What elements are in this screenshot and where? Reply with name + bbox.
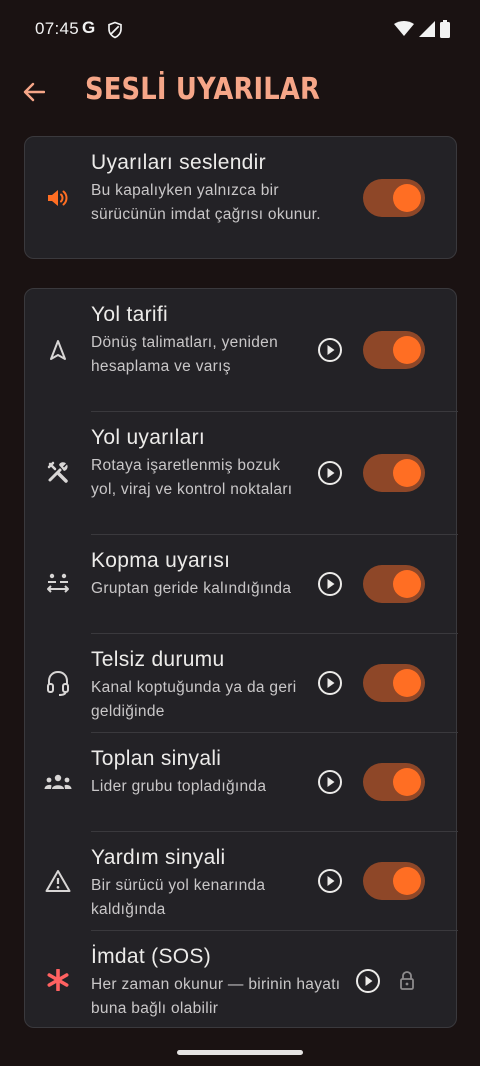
alert-description: Her zaman okunur — birinin hayatı buna b… (91, 976, 341, 1017)
app-header: SESLİ UYARILAR (0, 64, 480, 124)
alert-description: Bir sürücü yol kenarında kaldığında (91, 877, 266, 918)
alert-toggle[interactable] (363, 862, 425, 900)
lock-icon (400, 971, 414, 990)
system-icons (394, 20, 450, 38)
navigation-arrow-icon (43, 335, 73, 365)
alert-toggle[interactable] (363, 763, 425, 801)
list-item: Toplan sinyali Lider grubu topladığında (25, 733, 458, 832)
speaker-icon (43, 183, 73, 213)
alert-toggle[interactable] (363, 331, 425, 369)
toggle-knob (393, 336, 421, 364)
master-voice-card: Uyarıları seslendir Bu kapalıyken yalnız… (24, 136, 457, 259)
home-indicator[interactable] (177, 1050, 303, 1055)
alert-description: Dönüş talimatları, yeniden hesaplama ve … (91, 334, 279, 375)
headset-icon (43, 668, 73, 698)
alert-title: Yardım sinyali (91, 846, 226, 869)
alert-title: Telsiz durumu (91, 648, 225, 671)
status-time: 07:45 (35, 19, 80, 38)
status-bar: 07:45 G (0, 0, 480, 60)
master-voice-row: Uyarıları seslendir Bu kapalıyken yalnız… (25, 137, 458, 260)
alert-description: Gruptan geride kalındığında (91, 580, 292, 597)
play-preview-button[interactable] (317, 571, 343, 597)
separation-icon (43, 569, 73, 599)
toggle-knob (393, 867, 421, 895)
battery-icon (440, 20, 450, 38)
alert-description: Kanal koptuğunda ya da geri geldiğinde (91, 679, 297, 720)
tools-icon (43, 457, 73, 487)
warning-triangle-icon (43, 866, 73, 896)
alert-title: İmdat (SOS) (91, 945, 211, 968)
master-voice-title: Uyarıları seslendir (91, 151, 266, 174)
alert-toggle[interactable] (363, 664, 425, 702)
alert-description: Rotaya işaretlenmiş bozuk yol, viraj ve … (91, 457, 293, 498)
alert-title: Kopma uyarısı (91, 549, 231, 572)
master-voice-description: Bu kapalıyken yalnızca bir sürücünün imd… (91, 182, 321, 223)
toggle-knob (393, 768, 421, 796)
play-preview-button[interactable] (355, 968, 381, 994)
alert-title: Yol tarifi (91, 303, 168, 326)
play-preview-button[interactable] (317, 868, 343, 894)
alert-toggle[interactable] (363, 565, 425, 603)
asterisk-icon (43, 965, 73, 995)
list-item: Telsiz durumu Kanal koptuğunda ya da ger… (25, 634, 458, 733)
list-item: Yardım sinyali Bir sürücü yol kenarında … (25, 832, 458, 931)
wifi-icon (394, 21, 414, 36)
play-preview-button[interactable] (317, 769, 343, 795)
play-preview-button[interactable] (317, 337, 343, 363)
group-icon (43, 767, 73, 797)
alert-title: Toplan sinyali (91, 747, 222, 770)
alert-toggle[interactable] (363, 454, 425, 492)
list-item: İmdat (SOS) Her zaman okunur — birinin h… (25, 931, 458, 1029)
toggle-knob (393, 184, 421, 212)
back-button[interactable] (20, 78, 48, 106)
list-item: Yol tarifi Dönüş talimatları, yeniden he… (25, 289, 458, 412)
list-item: Kopma uyarısı Gruptan geride kalındığınd… (25, 535, 458, 634)
master-voice-toggle[interactable] (363, 179, 425, 217)
play-preview-button[interactable] (317, 670, 343, 696)
alert-title: Yol uyarıları (91, 426, 206, 449)
alert-description: Lider grubu topladığında (91, 778, 267, 795)
alerts-list-card: Yol tarifi Dönüş talimatları, yeniden he… (24, 288, 458, 1029)
signal-icon (419, 21, 435, 37)
toggle-knob (393, 459, 421, 487)
list-item: Yol uyarıları Rotaya işaretlenmiş bozuk … (25, 412, 458, 535)
toggle-knob (393, 570, 421, 598)
play-preview-button[interactable] (317, 460, 343, 486)
google-icon: G (82, 18, 96, 37)
page-title: SESLİ UYARILAR (85, 72, 321, 107)
toggle-knob (393, 669, 421, 697)
arrow-left-icon (23, 82, 45, 102)
shield-icon (108, 21, 122, 39)
